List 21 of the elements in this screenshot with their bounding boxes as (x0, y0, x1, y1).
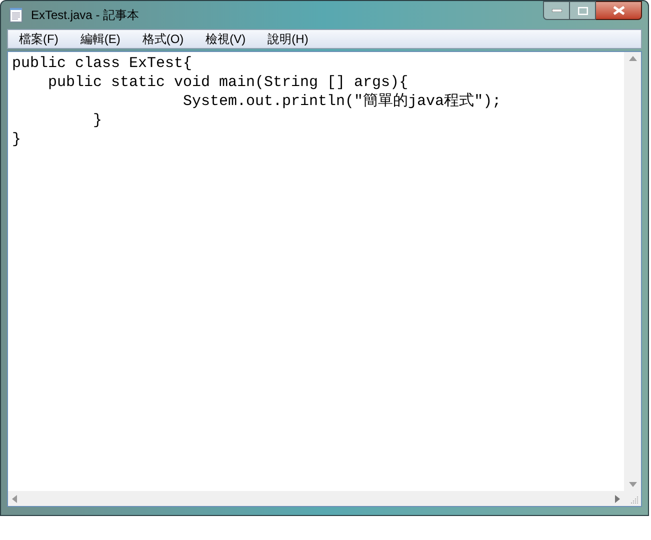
minimize-icon (552, 9, 562, 12)
close-button[interactable] (596, 1, 642, 20)
horizontal-scrollbar[interactable] (8, 491, 624, 506)
menu-item[interactable]: 格式(O) (137, 29, 189, 49)
maximize-icon (578, 6, 588, 14)
scroll-down-icon[interactable] (628, 482, 636, 487)
resize-grip-icon[interactable] (631, 496, 639, 504)
maximize-button[interactable] (570, 1, 596, 20)
menu-item[interactable]: 說明(H) (262, 29, 314, 49)
code-text[interactable]: public class ExTest{ public static void main(String [] args){ System.out.println("簡單的java程式"); } } (8, 52, 624, 491)
scroll-left-icon[interactable] (12, 494, 17, 502)
notepad-icon (9, 7, 23, 23)
close-icon (612, 6, 624, 15)
vertical-scrollbar[interactable] (624, 52, 641, 491)
menu-item[interactable]: 檢視(V) (200, 29, 251, 49)
menu-item[interactable]: 編輯(E) (75, 29, 126, 49)
window-title: ExTest.java - 記事本 (31, 7, 140, 24)
scroll-up-icon[interactable] (628, 56, 636, 61)
minimize-button[interactable] (543, 1, 570, 20)
scroll-right-icon[interactable] (615, 494, 620, 502)
menu-item[interactable]: 檔案(F) (14, 29, 64, 49)
